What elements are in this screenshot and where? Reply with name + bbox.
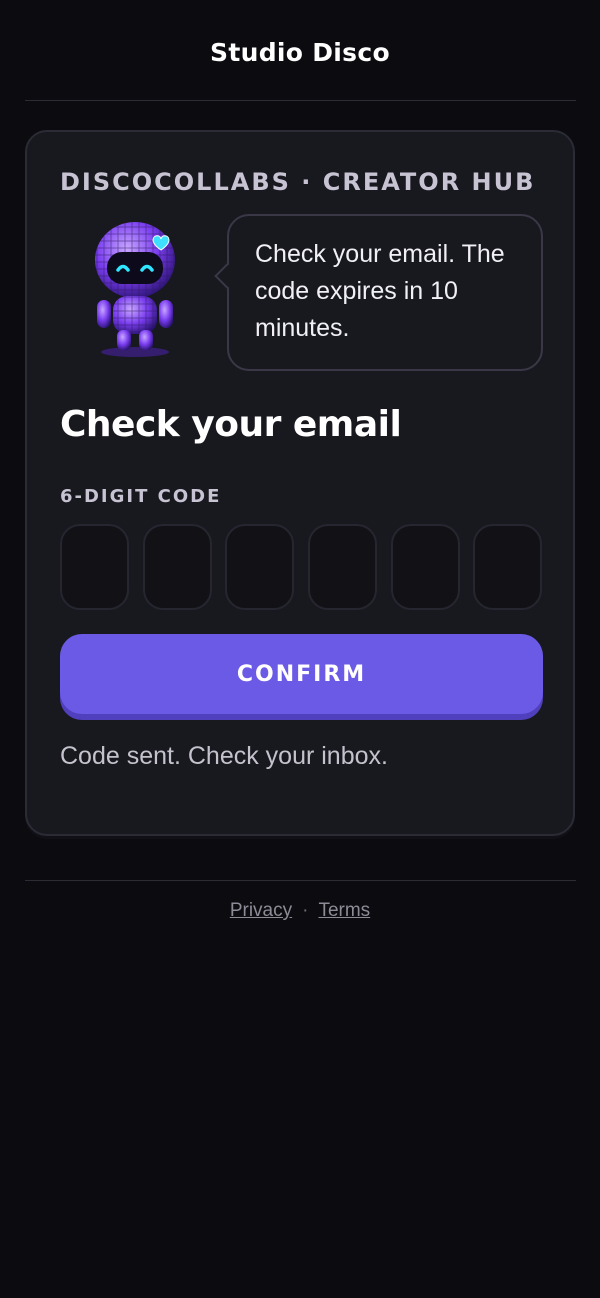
footer: Privacy · Terms <box>0 900 600 930</box>
code-digit-input-6[interactable] <box>473 524 542 610</box>
confirm-button[interactable]: CONFIRM <box>60 634 543 714</box>
terms-link[interactable]: Terms <box>318 900 370 921</box>
code-digit-input-1[interactable] <box>60 524 129 610</box>
app-header: Studio Disco <box>0 0 600 101</box>
page-title: Check your email <box>60 404 402 445</box>
app-title: Studio Disco <box>210 38 390 67</box>
code-digit-input-3[interactable] <box>225 524 294 610</box>
verification-card: DISCOCOLLABS · CREATOR HUB Check your em… <box>25 130 575 836</box>
code-digit-input-2[interactable] <box>143 524 212 610</box>
footer-separator: · <box>302 900 309 921</box>
code-label: 6-DIGIT CODE <box>60 486 222 507</box>
speech-bubble-tail <box>214 263 240 289</box>
privacy-link[interactable]: Privacy <box>230 900 292 921</box>
brand-eyebrow: DISCOCOLLABS · CREATOR HUB <box>60 168 536 196</box>
header-divider <box>25 100 576 101</box>
speech-bubble: Check your email. The code expires in 10… <box>214 214 543 371</box>
code-input-group <box>60 524 543 610</box>
code-digit-input-4[interactable] <box>308 524 377 610</box>
code-digit-input-5[interactable] <box>391 524 460 610</box>
footer-divider <box>25 880 576 881</box>
speech-bubble-text: Check your email. The code expires in 10… <box>255 240 505 342</box>
status-message: Code sent. Check your inbox. <box>60 742 388 770</box>
disco-robot-mascot-icon <box>95 222 175 357</box>
